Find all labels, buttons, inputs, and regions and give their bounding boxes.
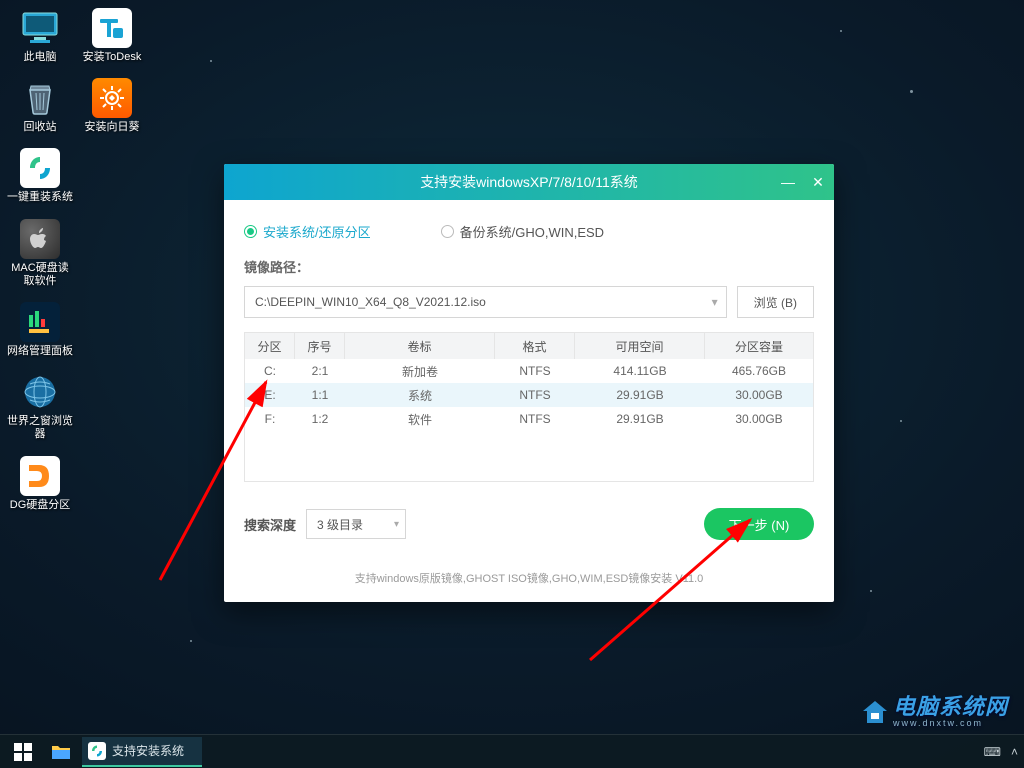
col-index: 序号 xyxy=(295,333,345,359)
window-title: 支持安装windowsXP/7/8/10/11系统 xyxy=(420,172,638,192)
table-row[interactable]: E: 1:1 系统 NTFS 29.91GB 30.00GB xyxy=(245,383,813,407)
minimize-button[interactable]: — xyxy=(778,172,798,192)
col-label: 卷标 xyxy=(345,333,495,359)
desktop-icon-this-pc[interactable]: 此电脑 xyxy=(8,8,72,64)
col-partition: 分区 xyxy=(245,333,295,359)
window-footer-text: 支持windows原版镜像,GHOST ISO镜像,GHO,WIM,ESD镜像安… xyxy=(224,554,834,602)
radio-backup[interactable]: 备份系统/GHO,WIN,ESD xyxy=(441,222,604,241)
desktop-icon-label: 世界之窗浏览 器 xyxy=(6,415,74,441)
radio-dot-icon xyxy=(441,225,454,238)
watermark-text: 电脑系统网 xyxy=(893,696,1008,718)
desktop-icon-reinstall[interactable]: 一键重装系统 xyxy=(8,148,72,204)
watermark-subtext: www.dnxtw.com xyxy=(893,718,1008,728)
radio-install-restore[interactable]: 安装系统/还原分区 xyxy=(244,222,371,241)
col-size: 分区容量 xyxy=(705,333,813,359)
desktop-icon-label: MAC硬盘读 取软件 xyxy=(6,262,74,288)
search-depth-select[interactable]: 3 级目录 ▾ xyxy=(306,509,406,539)
globe-icon xyxy=(20,372,60,412)
desktop-icon-diskgenius[interactable]: DG硬盘分区 xyxy=(8,456,72,512)
desktop-icon-browser[interactable]: 世界之窗浏览 器 xyxy=(8,372,72,441)
desktop-icon-todesk[interactable]: 安装ToDesk xyxy=(80,8,144,64)
image-path-select[interactable]: C:\DEEPIN_WIN10_X64_Q8_V2021.12.iso ▾ xyxy=(244,286,727,318)
browse-button[interactable]: 浏览 (B) xyxy=(737,286,814,318)
col-fs: 格式 xyxy=(495,333,575,359)
desktop-icon-label: 此电脑 xyxy=(24,51,57,64)
search-depth-value: 3 级目录 xyxy=(317,516,363,533)
monitor-icon xyxy=(20,8,60,48)
desktop-icon-mac-disk[interactable]: MAC硬盘读 取软件 xyxy=(8,219,72,288)
desktop-icon-sunflower[interactable]: 安装向日葵 xyxy=(80,78,144,134)
desktop-icon-label: 一键重装系统 xyxy=(7,191,73,204)
desktop-icon-label: 网络管理面板 xyxy=(7,345,73,358)
desktop-icon-label: DG硬盘分区 xyxy=(10,499,71,512)
desktop-icon-label: 安装向日葵 xyxy=(85,121,140,134)
todesk-icon xyxy=(92,8,132,48)
taskbar-app-label: 支持安装系统 xyxy=(112,742,184,759)
table-header: 分区 序号 卷标 格式 可用空间 分区容量 xyxy=(245,333,813,359)
apple-icon xyxy=(20,219,60,259)
table-row[interactable]: C: 2:1 新加卷 NTFS 414.11GB 465.76GB xyxy=(245,359,813,383)
taskbar-explorer[interactable] xyxy=(44,737,78,767)
sunflower-icon xyxy=(92,78,132,118)
search-depth-label: 搜索深度 xyxy=(244,515,296,534)
window-titlebar[interactable]: 支持安装windowsXP/7/8/10/11系统 — ✕ xyxy=(224,164,834,200)
desktop-icon-label: 安装ToDesk xyxy=(83,51,142,64)
desktop-icons-col1: 此电脑 回收站 一键重装系统 MAC硬盘读 取软件 网络管理面板 世界之窗浏览 … xyxy=(8,8,72,512)
start-button[interactable] xyxy=(6,737,40,767)
taskbar-app-icon xyxy=(88,742,106,760)
chevron-down-icon: ▾ xyxy=(712,295,718,309)
radio-label: 安装系统/还原分区 xyxy=(263,222,371,241)
desktop-icons-col2: 安装ToDesk 安装向日葵 xyxy=(80,8,144,134)
trash-icon xyxy=(20,78,60,118)
close-button[interactable]: ✕ xyxy=(808,172,828,192)
image-path-value: C:\DEEPIN_WIN10_X64_Q8_V2021.12.iso xyxy=(255,295,486,309)
chevron-down-icon: ▾ xyxy=(394,519,399,530)
tray-chevron-up-icon[interactable]: ˄ xyxy=(1011,745,1018,759)
radio-label: 备份系统/GHO,WIN,ESD xyxy=(460,222,604,241)
diskgenius-icon xyxy=(20,456,60,496)
desktop-icon-label: 回收站 xyxy=(24,121,57,134)
image-path-label: 镜像路径： xyxy=(244,257,814,276)
taskbar-app-installer[interactable]: 支持安装系统 xyxy=(82,737,202,767)
reinstall-icon xyxy=(20,148,60,188)
system-tray: ⌨ ˄ xyxy=(984,745,1018,759)
installer-window: 支持安装windowsXP/7/8/10/11系统 — ✕ 安装系统/还原分区 … xyxy=(224,164,834,602)
table-row[interactable]: F: 1:2 软件 NTFS 29.91GB 30.00GB xyxy=(245,407,813,431)
col-free: 可用空间 xyxy=(575,333,705,359)
partition-table: 分区 序号 卷标 格式 可用空间 分区容量 C: 2:1 新加卷 NTFS 41… xyxy=(244,332,814,482)
radio-dot-icon xyxy=(244,225,257,238)
watermark-logo-icon xyxy=(861,699,889,725)
network-icon xyxy=(20,302,60,342)
desktop-icon-network-panel[interactable]: 网络管理面板 xyxy=(8,302,72,358)
next-button[interactable]: 下一步 (N) xyxy=(704,508,814,540)
watermark: 电脑系统网 www.dnxtw.com xyxy=(861,696,1008,728)
desktop-icon-recycle-bin[interactable]: 回收站 xyxy=(8,78,72,134)
folder-icon xyxy=(51,743,71,761)
windows-icon xyxy=(14,743,32,761)
taskbar: 支持安装系统 ⌨ ˄ xyxy=(0,734,1024,768)
tray-keyboard-icon[interactable]: ⌨ xyxy=(984,745,1001,759)
